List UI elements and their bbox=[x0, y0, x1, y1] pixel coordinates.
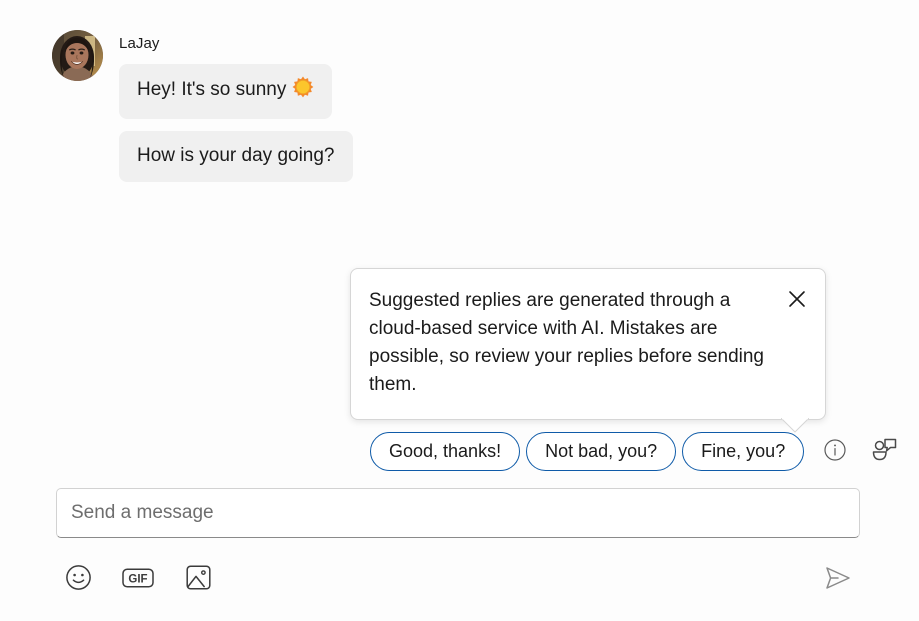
send-icon bbox=[823, 564, 853, 595]
suggested-reply-chip[interactable]: Fine, you? bbox=[682, 432, 805, 471]
info-button[interactable] bbox=[817, 434, 853, 470]
gif-icon: GIF bbox=[122, 566, 154, 593]
callout-tail bbox=[781, 418, 809, 433]
sender-name: LaJay bbox=[119, 35, 160, 52]
emoji-button[interactable] bbox=[56, 557, 100, 601]
sun-emoji bbox=[292, 76, 314, 106]
send-button[interactable] bbox=[816, 557, 860, 601]
message-text: How is your day going? bbox=[137, 145, 335, 166]
composer-toolbar: GIF bbox=[56, 556, 860, 602]
chat-window: LaJay Hey! It's so sunny How is your day… bbox=[0, 0, 919, 621]
image-icon bbox=[185, 564, 212, 594]
suggested-reply-chip[interactable]: Not bad, you? bbox=[526, 432, 677, 471]
image-button[interactable] bbox=[176, 557, 220, 601]
gif-button[interactable]: GIF bbox=[116, 557, 160, 601]
svg-text:GIF: GIF bbox=[128, 573, 147, 585]
close-icon bbox=[787, 289, 807, 309]
message-input[interactable] bbox=[56, 488, 860, 538]
callout-body-text: Suggested replies are generated through … bbox=[369, 290, 764, 395]
info-icon bbox=[823, 438, 847, 465]
close-button[interactable] bbox=[781, 283, 813, 315]
message-group: LaJay Hey! It's so sunny How is your day… bbox=[52, 30, 353, 194]
emoji-icon bbox=[65, 564, 92, 594]
suggested-replies-toggle-button[interactable] bbox=[866, 434, 902, 470]
suggested-replies-info-callout: Suggested replies are generated through … bbox=[350, 268, 826, 433]
message-bubble[interactable]: Hey! It's so sunny bbox=[119, 64, 333, 119]
suggested-replies-row: Good, thanks! Not bad, you? Fine, you? bbox=[370, 432, 902, 471]
message-bubble[interactable]: How is your day going? bbox=[119, 131, 353, 182]
message-group-body: LaJay Hey! It's so sunny How is your day… bbox=[119, 30, 353, 194]
avatar[interactable] bbox=[52, 30, 103, 81]
message-text: Hey! It's so sunny bbox=[137, 79, 287, 100]
suggested-replies-icon bbox=[871, 438, 897, 465]
suggested-reply-chip[interactable]: Good, thanks! bbox=[370, 432, 521, 471]
